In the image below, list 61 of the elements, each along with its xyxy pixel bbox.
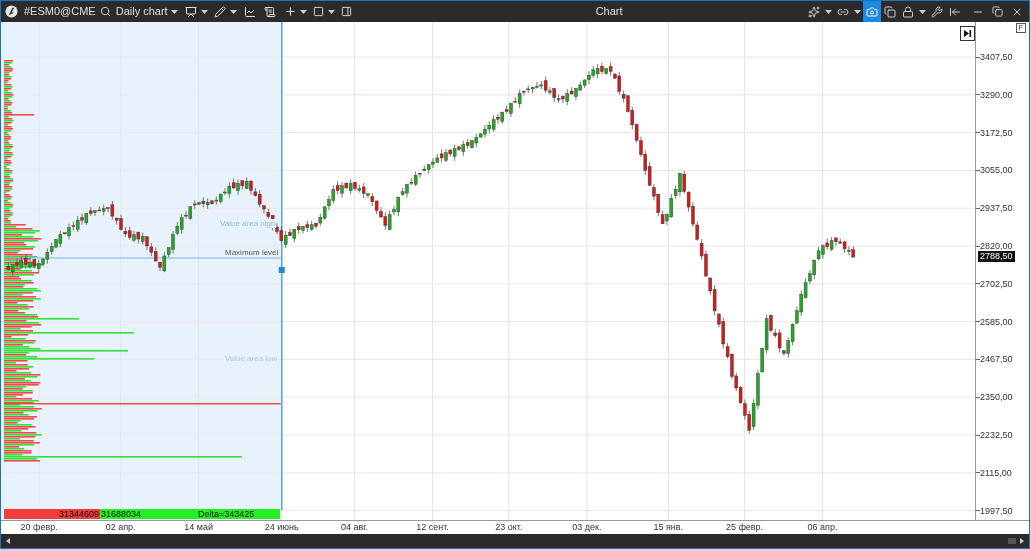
pin-icon[interactable] bbox=[949, 5, 961, 18]
price-tick-label: 3407,50 bbox=[980, 51, 1013, 63]
price-tick-label: 2702,50 bbox=[980, 277, 1013, 290]
timeframe-dropdown[interactable]: Daily chart bbox=[115, 3, 168, 20]
price-tick-label: 1997,50 bbox=[980, 504, 1013, 517]
panel-icon[interactable] bbox=[340, 6, 352, 17]
caret-icon[interactable] bbox=[825, 9, 832, 14]
date-tick-label: 14 май bbox=[184, 522, 213, 533]
caret-icon[interactable] bbox=[170, 9, 178, 14]
price-tick-label: 3290,00 bbox=[980, 88, 1013, 101]
price-tick-label: 2585,00 bbox=[980, 315, 1013, 328]
window-title: Chart bbox=[595, 4, 623, 20]
price-tick-label: 3055,00 bbox=[980, 164, 1013, 177]
sparkle-icon[interactable] bbox=[808, 5, 820, 18]
caret-icon[interactable] bbox=[299, 9, 307, 14]
resize-handle[interactable] bbox=[278, 267, 285, 273]
pencil-icon[interactable] bbox=[213, 5, 226, 18]
price-tick-label: 2350,00 bbox=[980, 391, 1013, 404]
delta-value: Delta=343425 bbox=[197, 509, 280, 519]
date-tick-label: 03 дек. bbox=[572, 522, 602, 533]
plus-icon[interactable] bbox=[283, 5, 297, 18]
date-tick-label: 12 сент. bbox=[416, 522, 449, 533]
restore-icon[interactable] bbox=[992, 6, 1003, 17]
date-tick-label: 02 апр. bbox=[105, 522, 136, 533]
price-tick-label: 2115,00 bbox=[980, 466, 1012, 479]
price-tick-label: 2820,00 bbox=[980, 240, 1013, 253]
lock-icon[interactable] bbox=[902, 5, 914, 18]
logo-icon bbox=[5, 5, 18, 18]
search-icon[interactable] bbox=[99, 6, 111, 17]
date-tick-label: 25 февр. bbox=[725, 522, 764, 533]
caret-icon[interactable] bbox=[327, 9, 335, 14]
buy-volume: 31688034 bbox=[100, 509, 197, 519]
caret-icon[interactable] bbox=[200, 9, 208, 14]
date-tick-label: 20 февр. bbox=[20, 522, 58, 533]
scroll-thumb[interactable] bbox=[1008, 538, 1016, 544]
caret-icon[interactable] bbox=[854, 9, 861, 14]
value-area-high-label: Value area high bbox=[219, 219, 277, 228]
caret-icon[interactable] bbox=[919, 9, 926, 14]
camera-icon[interactable] bbox=[866, 5, 878, 18]
date-tick-label: 15 янв. bbox=[653, 522, 684, 533]
date-tick-label: 24 июнь bbox=[264, 522, 299, 533]
presentation-icon[interactable] bbox=[184, 5, 197, 18]
square-icon[interactable] bbox=[312, 6, 324, 17]
scroll-left-icon[interactable] bbox=[6, 538, 10, 544]
scroll-right-icon[interactable] bbox=[1020, 538, 1024, 544]
date-tick-label: 04 авг. bbox=[341, 522, 369, 533]
line-chart-icon[interactable] bbox=[243, 5, 256, 18]
wrench-icon[interactable] bbox=[931, 5, 943, 18]
sell-volume: 31344609 bbox=[4, 509, 100, 519]
price-tick-label: 2937,50 bbox=[980, 202, 1013, 215]
scroll-icon[interactable] bbox=[263, 5, 276, 18]
copy-icon[interactable] bbox=[884, 5, 896, 18]
caret-icon[interactable] bbox=[229, 9, 237, 14]
date-tick-label: 23 окт. bbox=[495, 522, 523, 533]
price-tag: 2788,50 bbox=[978, 251, 1015, 263]
maximum-level-label: Maximum level bbox=[225, 247, 279, 259]
symbol-label[interactable]: #ESM0@CME bbox=[24, 3, 96, 20]
price-tick-label: 2232,50 bbox=[980, 429, 1013, 442]
date-tick-label: 06 апр. bbox=[807, 522, 838, 533]
price-tick-label: 2467,50 bbox=[980, 353, 1013, 366]
price-tick-label: 3172,50 bbox=[980, 126, 1013, 139]
